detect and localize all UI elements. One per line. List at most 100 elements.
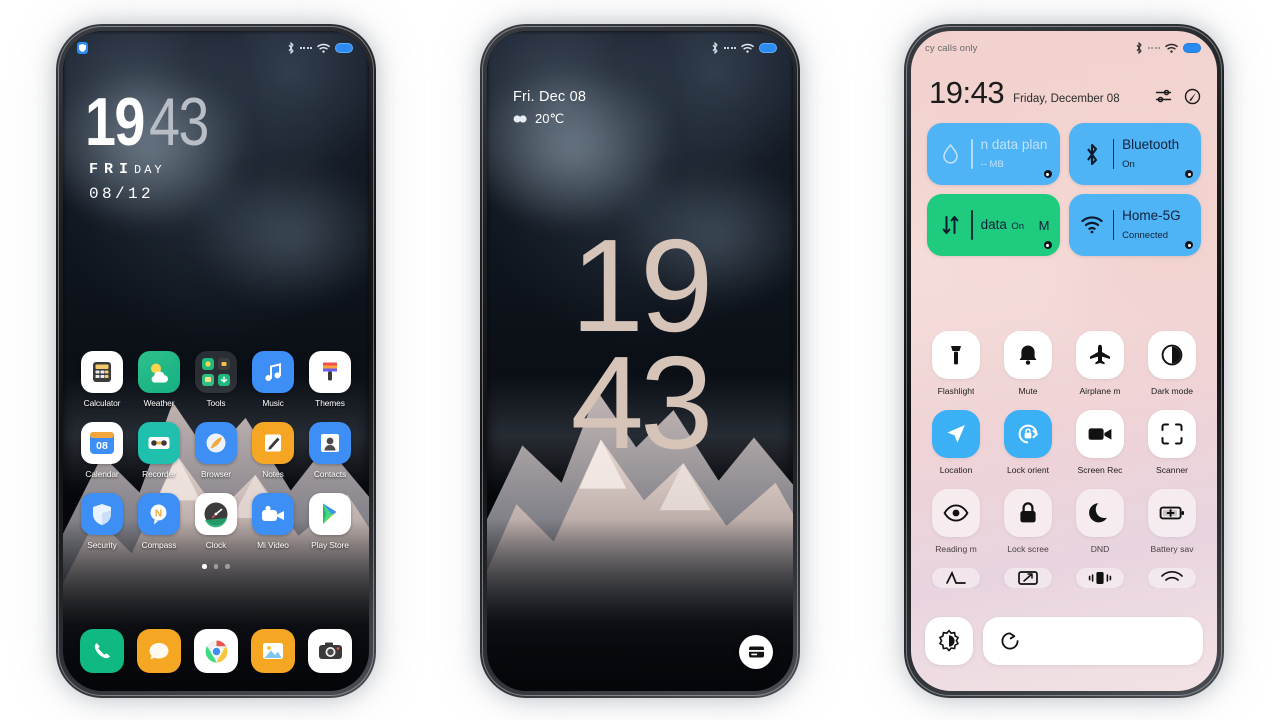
tile-divider (1112, 210, 1115, 240)
app-clock[interactable]: Clock (191, 493, 241, 550)
security-icon (81, 493, 123, 535)
page-dot[interactable] (213, 564, 219, 569)
cc-toggle-battery-saver[interactable]: Battery sav (1141, 489, 1203, 554)
cc-tile-bluetooth[interactable]: Bluetooth On (1068, 123, 1201, 185)
cc-toggle-airplane[interactable]: Airplane m (1069, 331, 1131, 396)
phone-2-frame: Fri. Dec 08 20℃ 19 43 (480, 24, 800, 698)
settings-sliders-icon[interactable] (1155, 88, 1172, 105)
app-compass[interactable]: N Compass (134, 493, 184, 550)
wifi-icon (741, 43, 754, 53)
battery-saver-icon (1148, 489, 1196, 537)
bluetooth-icon (1079, 143, 1105, 166)
app-grid: Calculator Weather Tools Music Themes 08… (63, 351, 369, 569)
app-label: Tools (206, 398, 226, 408)
page-dot[interactable] (225, 564, 230, 569)
big-clock-minutes: 43 (570, 328, 714, 476)
app-music[interactable]: Music (248, 351, 298, 408)
page-dot[interactable] (202, 564, 207, 569)
wallet-card-icon[interactable] (739, 635, 773, 669)
app-browser[interactable]: Browser (191, 422, 241, 479)
dock-camera[interactable] (305, 629, 355, 673)
app-tools-folder[interactable]: Tools (191, 351, 241, 408)
home-clock-widget: 19 43 FRI DAY 08/12 (85, 88, 220, 204)
big-clock-hours: 19 (570, 212, 714, 359)
phone-3-screen[interactable]: cy calls only 19:43 Friday, December 08 … (911, 31, 1217, 691)
phone-1-status-bar (63, 31, 369, 61)
app-label: Play Store (311, 540, 349, 550)
weather-icon (138, 351, 180, 393)
app-themes[interactable]: Themes (305, 351, 355, 408)
tile-title: data (980, 217, 1007, 232)
security-shield-icon (77, 42, 88, 54)
app-calendar[interactable]: 08 Calendar (77, 422, 127, 479)
cc-toggle-row-3: Reading m Lock scree DND Battery sav (925, 489, 1203, 554)
gallery-icon (251, 629, 295, 673)
app-weather[interactable]: Weather (134, 351, 184, 408)
cc-tile-wifi[interactable]: Home-5G Connected (1068, 194, 1201, 256)
cc-toggle-dnd[interactable]: DND (1069, 489, 1131, 554)
app-label: Mi Video (257, 540, 289, 550)
cc-toggle-vibrate[interactable] (1069, 568, 1131, 588)
eye-icon (932, 489, 980, 537)
cc-big-tiles: n data plan -- MB Bluetooth On data On M… (927, 123, 1201, 256)
app-mi-video[interactable]: Mi Video (248, 493, 298, 550)
phone-3-status-bar: cy calls only (911, 31, 1217, 61)
dark-mode-icon (1148, 331, 1196, 379)
tile-expand-icon[interactable] (1043, 170, 1052, 178)
flashlight-icon (932, 331, 980, 379)
compass-icon: N (138, 493, 180, 535)
page-indicator[interactable] (63, 564, 369, 569)
svg-text:N: N (155, 509, 162, 520)
toggle-label: Mute (1018, 386, 1038, 396)
tile-expand-icon[interactable] (1185, 241, 1193, 249)
app-calculator[interactable]: Calculator (77, 351, 127, 408)
app-security[interactable]: Security (77, 493, 127, 550)
messages-icon (137, 629, 181, 673)
cc-toggle-hotspot[interactable] (1141, 568, 1203, 588)
cc-toggle-location[interactable]: Location (925, 410, 987, 475)
toggle-label: Lock orient (1006, 465, 1050, 475)
tile-subtitle: On (1011, 221, 1025, 232)
cc-bottom-bar (925, 617, 1203, 665)
tile-title: Bluetooth (1122, 137, 1180, 152)
dock-gallery[interactable] (248, 629, 298, 673)
cc-tile-data-plan[interactable]: n data plan -- MB (927, 123, 1060, 185)
toggle-label: Lock scree (1007, 544, 1049, 554)
battery-icon (1183, 43, 1201, 53)
cc-tile-mobile-data[interactable]: data On M (927, 194, 1060, 256)
brightness-auto-icon[interactable] (925, 617, 973, 665)
app-notes[interactable]: Notes (248, 422, 298, 479)
cc-toggle-scanner[interactable]: Scanner (1141, 410, 1203, 475)
signal-dots-icon (724, 47, 736, 49)
cc-toggle-lock-screen[interactable]: Lock scree (997, 489, 1059, 554)
dock-phone[interactable] (77, 629, 127, 673)
app-contacts[interactable]: Contacts (305, 422, 355, 479)
signal-dots-icon (1148, 47, 1160, 49)
cc-toggle-lock-orientation[interactable]: Lock orient (997, 410, 1059, 475)
sound-wave-icon (932, 568, 980, 588)
cc-toggle-screen-rec[interactable]: Screen Rec (1069, 410, 1131, 475)
cc-media-slider[interactable] (983, 617, 1203, 665)
cc-toggle-flashlight[interactable]: Flashlight (925, 331, 987, 396)
signal-dots-icon (300, 47, 312, 49)
moon-icon (1076, 489, 1124, 537)
app-row-3: Security N Compass Clock Mi Video Play S… (63, 493, 369, 550)
cc-toggle-row-4-partial (925, 568, 1203, 588)
dock-messages[interactable] (134, 629, 184, 673)
cc-toggle-reading-mode[interactable]: Reading m (925, 489, 987, 554)
app-play-store[interactable]: Play Store (305, 493, 355, 550)
phone-2-screen[interactable]: Fri. Dec 08 20℃ 19 43 (487, 31, 793, 691)
edit-pencil-icon[interactable] (1184, 88, 1201, 105)
play-store-icon (309, 493, 351, 535)
phone-1-screen[interactable]: 19 43 FRI DAY 08/12 Calculator Weather T… (63, 31, 369, 691)
app-recorder[interactable]: Recorder (134, 422, 184, 479)
cc-toggle-dark-mode[interactable]: Dark mode (1141, 331, 1203, 396)
cc-toggle-sound-wave[interactable] (925, 568, 987, 588)
tile-expand-icon[interactable] (1043, 241, 1052, 249)
app-label: Clock (205, 540, 227, 550)
cc-toggle-cast[interactable] (997, 568, 1059, 588)
tile-expand-icon[interactable] (1185, 170, 1193, 178)
dock-chrome[interactable] (191, 629, 241, 673)
cc-toggle-mute[interactable]: Mute (997, 331, 1059, 396)
battery-icon (759, 43, 777, 53)
